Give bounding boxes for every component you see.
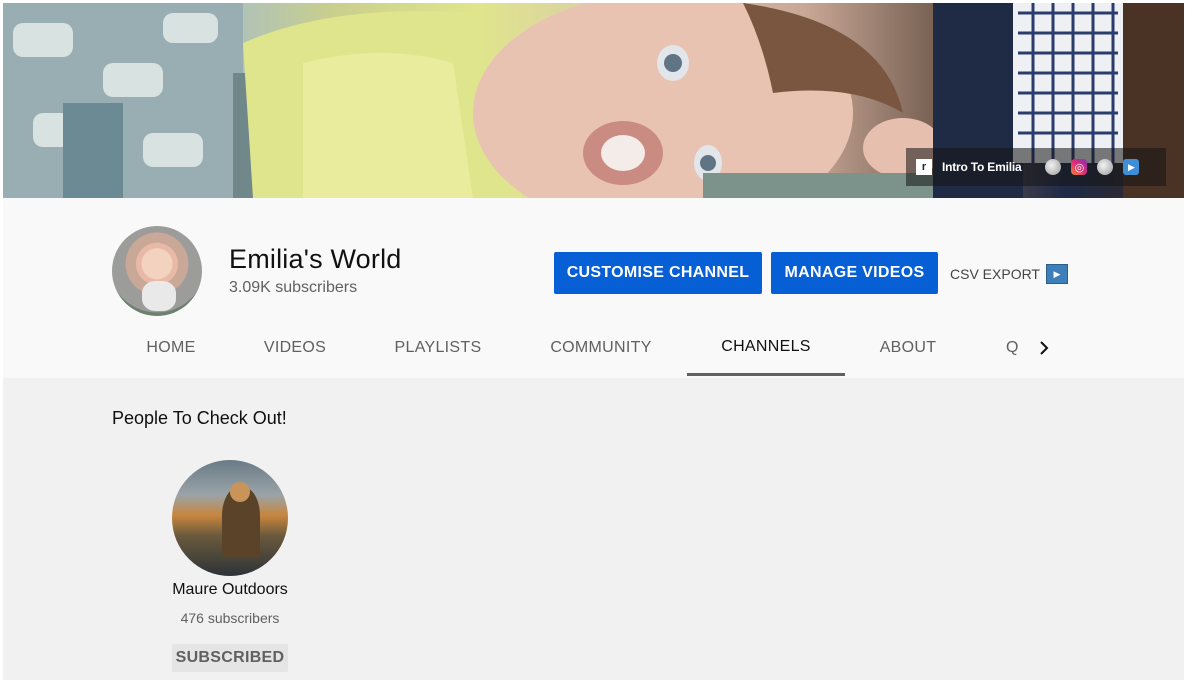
banner-link-intro[interactable]: Intro To Emilia (942, 160, 1022, 174)
banner-links: r Intro To Emilia ◎ ▶ (906, 148, 1166, 186)
channel-name: Emilia's World (229, 244, 402, 274)
csv-export-button[interactable]: CSV EXPORT ▶ (950, 264, 1068, 284)
subscribed-button[interactable]: SUBSCRIBED (172, 644, 288, 672)
globe-icon[interactable] (1045, 159, 1062, 175)
tab-about[interactable]: ABOUT (864, 320, 952, 376)
tab-playlists[interactable]: PLAYLISTS (381, 320, 495, 376)
csv-export-label: CSV EXPORT (950, 266, 1040, 282)
featured-channel-avatar[interactable] (172, 460, 288, 576)
channel-banner: r Intro To Emilia ◎ ▶ (3, 3, 1184, 198)
tab-community[interactable]: COMMUNITY (533, 320, 669, 376)
featured-channel-subscribers: 476 subscribers (180, 610, 280, 626)
channel-tabs: HOME VIDEOS PLAYLISTS COMMUNITY CHANNELS… (3, 320, 1184, 378)
channel-header: Emilia's World 3.09K subscribers CUSTOMI… (3, 198, 1184, 378)
tab-channels[interactable]: CHANNELS (687, 320, 845, 376)
section-title: People To Check Out! (112, 408, 287, 428)
chevron-right-icon[interactable] (1030, 334, 1058, 362)
manage-videos-button[interactable]: MANAGE VIDEOS (771, 252, 938, 294)
r-logo-icon[interactable]: r (916, 159, 932, 175)
featured-channel-name[interactable]: Maure Outdoors (163, 581, 297, 599)
channel-avatar[interactable] (112, 226, 202, 316)
csv-export-icon: ▶ (1046, 264, 1068, 284)
customise-channel-button[interactable]: CUSTOMISE CHANNEL (554, 252, 762, 294)
instagram-icon[interactable]: ◎ (1071, 159, 1088, 175)
channel-subscriber-count: 3.09K subscribers (229, 279, 358, 296)
tab-home[interactable]: HOME (112, 320, 230, 376)
channels-content: People To Check Out! Maure Outdoors 476 … (3, 378, 1184, 680)
tab-videos[interactable]: VIDEOS (243, 320, 347, 376)
featured-channel-card: Maure Outdoors 476 subscribers SUBSCRIBE… (163, 460, 297, 680)
globe-icon[interactable] (1097, 159, 1114, 175)
play-icon[interactable]: ▶ (1123, 159, 1140, 175)
tab-search-clipped: Q (1006, 339, 1018, 356)
